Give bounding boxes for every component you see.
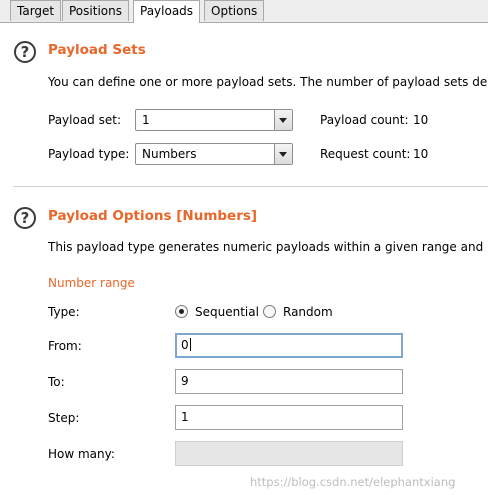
payload-options-title: Payload Options [Numbers] (48, 208, 258, 224)
payload-type-value: Numbers (142, 147, 197, 161)
sequential-label[interactable]: Sequential (195, 305, 259, 319)
help-icon[interactable]: ? (14, 41, 36, 63)
chevron-down-icon[interactable] (274, 110, 292, 130)
request-count-label: Request count: (320, 147, 411, 161)
payload-sets-title: Payload Sets (48, 42, 146, 58)
section-divider (13, 186, 488, 187)
payload-count-value: 10 (413, 113, 429, 127)
tab-bar: Target Positions Payloads Options (0, 0, 488, 23)
random-radio[interactable] (263, 305, 276, 318)
chevron-down-icon[interactable] (274, 144, 292, 164)
payload-type-select[interactable]: Numbers (135, 143, 293, 165)
help-icon[interactable]: ? (14, 207, 36, 229)
random-label[interactable]: Random (283, 305, 333, 319)
watermark: https://blog.csdn.net/elephantxiang (250, 475, 456, 489)
from-input[interactable]: 0 (175, 333, 403, 358)
from-label: From: (48, 339, 82, 353)
how-many-input (175, 441, 403, 466)
to-input[interactable]: 9 (175, 369, 403, 394)
text-caret (189, 338, 191, 351)
how-many-label: How many: (48, 447, 115, 461)
payload-set-select[interactable]: 1 (135, 109, 293, 131)
payload-set-label: Payload set: (48, 113, 121, 127)
step-input[interactable]: 1 (175, 405, 403, 430)
number-range-label: Number range (48, 276, 135, 290)
request-count-value: 10 (413, 147, 429, 161)
to-label: To: (48, 375, 65, 389)
payload-count-label: Payload count: (320, 113, 409, 127)
sequential-radio[interactable] (175, 305, 188, 318)
tab-payloads[interactable]: Payloads (133, 0, 201, 23)
tab-positions[interactable]: Positions (62, 0, 129, 21)
from-value: 0 (181, 338, 189, 352)
tab-target[interactable]: Target (10, 0, 62, 21)
payload-sets-description: You can define one or more payload sets.… (48, 75, 488, 89)
payload-type-label: Payload type: (48, 147, 130, 161)
tab-options[interactable]: Options (204, 0, 265, 21)
step-label: Step: (48, 411, 80, 425)
type-label: Type: (48, 305, 80, 319)
payload-set-value: 1 (142, 113, 150, 127)
payload-options-description: This payload type generates numeric payl… (48, 240, 488, 254)
